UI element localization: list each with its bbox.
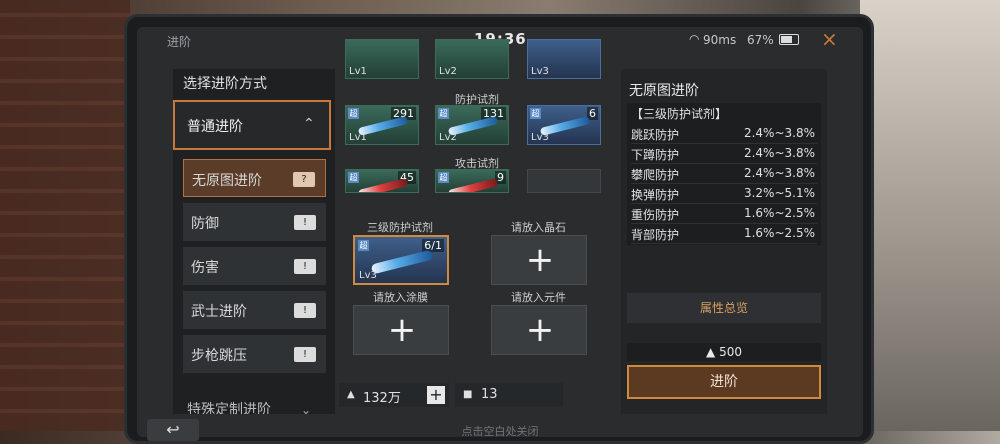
crystal-label: 请放入晶石: [511, 221, 566, 234]
reagent-tag-icon: 超: [348, 172, 359, 183]
reagent-tag-icon: 超: [438, 172, 449, 183]
defense-reagent-slot[interactable]: 超 6 Lv3: [527, 105, 601, 145]
ticket-amount: 13: [481, 387, 498, 402]
coin-icon: ▲: [347, 389, 355, 400]
method-item-label: 武士进阶: [191, 304, 247, 320]
method-panel: 选择进阶方式 普通进阶 ⌃ 无原图进阶 ? 防御 ! 伤害 ! 武士进阶 ! 步…: [173, 69, 335, 414]
add-currency-button[interactable]: +: [427, 386, 445, 404]
ping-text: 90ms: [703, 33, 737, 47]
method-item-damage[interactable]: 伤害 !: [183, 247, 326, 285]
attribute-header: 【三级防护试剂】: [631, 107, 728, 121]
method-item-label: 步枪跳压: [191, 348, 247, 364]
method-item-defense[interactable]: 防御 !: [183, 203, 326, 241]
reagent-tag-icon: 超: [438, 108, 449, 119]
target-item-slot[interactable]: 超 6/1 Lv3: [353, 235, 449, 285]
defense-reagent-slot[interactable]: 超 291 Lv1: [345, 105, 419, 145]
currency-amount: 132万: [363, 391, 401, 406]
reagent-slot[interactable]: Lv2: [435, 39, 509, 79]
defense-reagent-slot[interactable]: 超 131 Lv2: [435, 105, 509, 145]
method-item-warrior[interactable]: 武士进阶 !: [183, 291, 326, 329]
battery-icon: [779, 34, 799, 45]
syringe-icon: [370, 249, 434, 275]
reagent-tag-icon: 超: [358, 240, 369, 251]
item-level: Lv3: [531, 132, 549, 143]
coating-label: 请放入涂膜: [373, 291, 428, 304]
attribute-list: 【三级防护试剂】 跳跃防护 2.4%~3.8% 下蹲防护 2.4%~3.8% 攀爬防…: [627, 103, 821, 245]
advance-button[interactable]: 进阶: [627, 365, 821, 399]
mode-dropdown[interactable]: 普通进阶 ⌃: [173, 100, 331, 150]
empty-slot: [527, 169, 601, 193]
attribute-row: 攀爬防护 2.4%~3.8%: [631, 163, 817, 184]
chevron-up-icon: ⌃: [303, 116, 315, 132]
coin-icon: ▲: [706, 345, 720, 359]
plus-icon: +: [525, 240, 555, 280]
method-item-label: 伤害: [191, 260, 219, 276]
coating-slot[interactable]: +: [353, 305, 449, 355]
attack-reagent-slot[interactable]: 超 45: [345, 169, 419, 193]
ticket-box: ■ 13: [455, 383, 563, 407]
reagent-slot[interactable]: Lv3: [527, 39, 601, 79]
attribute-row: 换弹防护 3.2%~5.1%: [631, 183, 817, 204]
close-hint: 点击空白处关闭: [461, 425, 539, 438]
chevron-down-icon: ⌄: [301, 403, 312, 414]
tablet-frame: 进阶 19:36 ◠ 90ms 67% × 选择进阶方式 普通进阶 ⌃ 无原图进…: [124, 14, 874, 444]
reagent-tag-icon: 超: [530, 108, 541, 119]
currency-box: ▲ 132万 +: [339, 383, 449, 407]
unknown-icon: ?: [293, 172, 315, 187]
info-icon: !: [294, 303, 316, 318]
cost-amount: 500: [719, 345, 742, 359]
target-label: 三级防护试剂: [367, 221, 433, 234]
method-item-label: 防御: [191, 216, 219, 232]
info-icon: !: [294, 259, 316, 274]
method-title: 选择进阶方式: [183, 76, 267, 92]
info-icon: !: [294, 347, 316, 362]
close-icon[interactable]: ×: [821, 27, 838, 51]
part-slot[interactable]: +: [491, 305, 587, 355]
method-item-label: 无原图进阶: [192, 173, 262, 189]
attribute-summary-button[interactable]: 属性总览: [627, 293, 821, 323]
item-level: Lv1: [349, 132, 367, 143]
attribute-row: 跳跃防护 2.4%~3.8%: [631, 123, 817, 144]
wifi-icon: ◠: [689, 32, 700, 46]
attribute-row: 背部防护 1.6%~2.5%: [631, 223, 817, 244]
background-right: [860, 0, 1000, 431]
battery-text: 67%: [747, 33, 774, 47]
attribute-row: 下蹲防护 2.4%~3.8%: [631, 143, 817, 164]
attribute-row: 重伤防护 1.6%~2.5%: [631, 203, 817, 224]
special-custom-item[interactable]: 特殊定制进阶: [187, 399, 271, 414]
syringe-icon: [447, 178, 499, 192]
attribute-panel-title: 无原图进阶: [629, 83, 699, 99]
crystal-slot[interactable]: +: [491, 235, 587, 285]
info-icon: !: [294, 215, 316, 230]
method-item-no-blueprint[interactable]: 无原图进阶 ?: [183, 159, 326, 197]
method-item-rifle[interactable]: 步枪跳压 !: [183, 335, 326, 373]
attack-reagent-slot[interactable]: 超 9: [435, 169, 509, 193]
ticket-icon: ■: [463, 389, 473, 400]
reagent-tag-icon: 超: [348, 108, 359, 119]
plus-icon: +: [387, 310, 417, 350]
reagent-slot[interactable]: Lv1: [345, 39, 419, 79]
attribute-panel: 无原图进阶 【三级防护试剂】 跳跃防护 2.4%~3.8% 下蹲防护 2.4%~3.…: [621, 69, 827, 414]
background-left: [0, 0, 130, 431]
window-title: 进阶: [167, 35, 192, 49]
part-label: 请放入元件: [511, 291, 566, 304]
syringe-icon: [357, 178, 409, 192]
item-level: Lv2: [439, 132, 457, 143]
plus-icon: +: [525, 310, 555, 350]
tablet-screen: 进阶 19:36 ◠ 90ms 67% × 选择进阶方式 普通进阶 ⌃ 无原图进…: [137, 27, 863, 441]
upgrade-cost: ▲ 500: [627, 343, 821, 361]
mode-label: 普通进阶: [187, 119, 243, 135]
material-panel: Lv1 Lv2 Lv3 防护试剂 超 291 Lv1 超 131 Lv2 超 6…: [339, 39, 615, 414]
item-level: Lv3: [359, 270, 377, 281]
